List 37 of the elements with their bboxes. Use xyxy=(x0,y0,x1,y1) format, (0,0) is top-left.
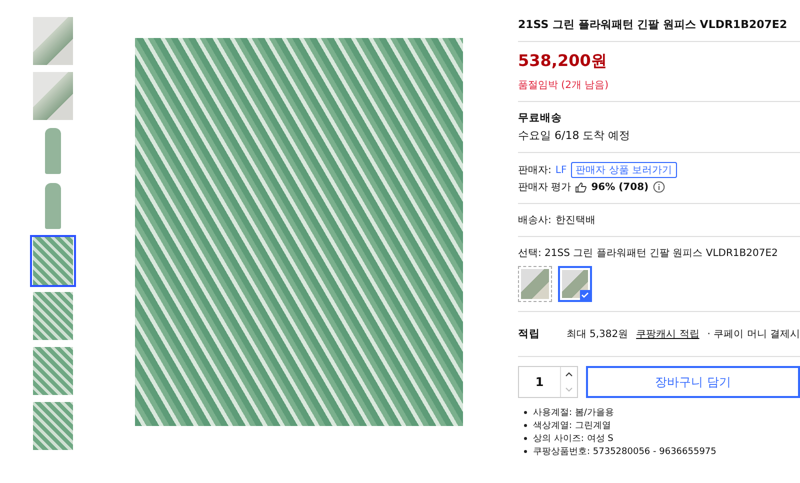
spec-item: 색상계열: 그린계열 xyxy=(533,420,611,432)
option-swatch[interactable] xyxy=(518,266,552,302)
seller-name[interactable]: LF xyxy=(555,164,567,176)
bullet-icon xyxy=(524,424,527,427)
shipping-label: 무료배송 xyxy=(518,111,563,125)
carrier-label: 배송사: xyxy=(518,214,552,227)
spec-item: 상의 사이즈: 여성 S xyxy=(533,433,614,445)
bullet-icon xyxy=(524,450,527,453)
reward-amount: 최대 5,382원 xyxy=(566,328,628,341)
product-thumbnail[interactable] xyxy=(30,400,76,452)
spec-item: 쿠팡상품번호: 5735280056 - 9636655975 xyxy=(533,446,716,458)
option-label: 선택: 21SS 그린 플라워패턴 긴팔 원피스 VLDR1B207E2 xyxy=(518,247,779,260)
reward-note: · 쿠페이 머니 결제시 xyxy=(707,328,800,341)
product-thumbnail[interactable] xyxy=(30,235,76,287)
seller-rating: 96% (708) xyxy=(591,182,649,192)
spec-item: 사용계절: 봄/가을용 xyxy=(533,407,614,419)
price: 538,200원 xyxy=(518,51,608,72)
option-swatch[interactable] xyxy=(558,266,592,302)
quantity-field[interactable]: 1 xyxy=(518,366,578,398)
product-thumbnail[interactable] xyxy=(30,345,76,397)
thumbs-up-icon xyxy=(575,182,588,192)
seller-products-link[interactable]: 판매자 상품 보러가기 xyxy=(570,162,678,178)
bullet-icon xyxy=(524,437,527,440)
cash-reward-link[interactable]: 쿠팡캐시 적립 xyxy=(636,327,700,341)
product-thumbnail[interactable] xyxy=(30,15,76,67)
info-icon[interactable] xyxy=(652,181,665,193)
bullet-icon xyxy=(524,411,527,414)
add-to-cart-button[interactable]: 장바구니 담기 xyxy=(586,366,800,398)
seller-label: 판매자: xyxy=(518,164,552,177)
product-thumbnail[interactable] xyxy=(30,290,76,342)
carrier-name: 한진택배 xyxy=(555,214,596,227)
arrival-date: 수요일 6/18 도착 예정 xyxy=(518,128,632,143)
seller-rating-label: 판매자 평가 xyxy=(518,181,572,194)
reward-label: 적립 xyxy=(518,327,541,341)
stock-note: 품절임박 (2개 남음) xyxy=(518,79,610,92)
product-thumbnail[interactable] xyxy=(30,70,76,122)
product-title: 21SS 그린 플라워패턴 긴팔 원피스 VLDR1B207E2 xyxy=(518,17,788,32)
